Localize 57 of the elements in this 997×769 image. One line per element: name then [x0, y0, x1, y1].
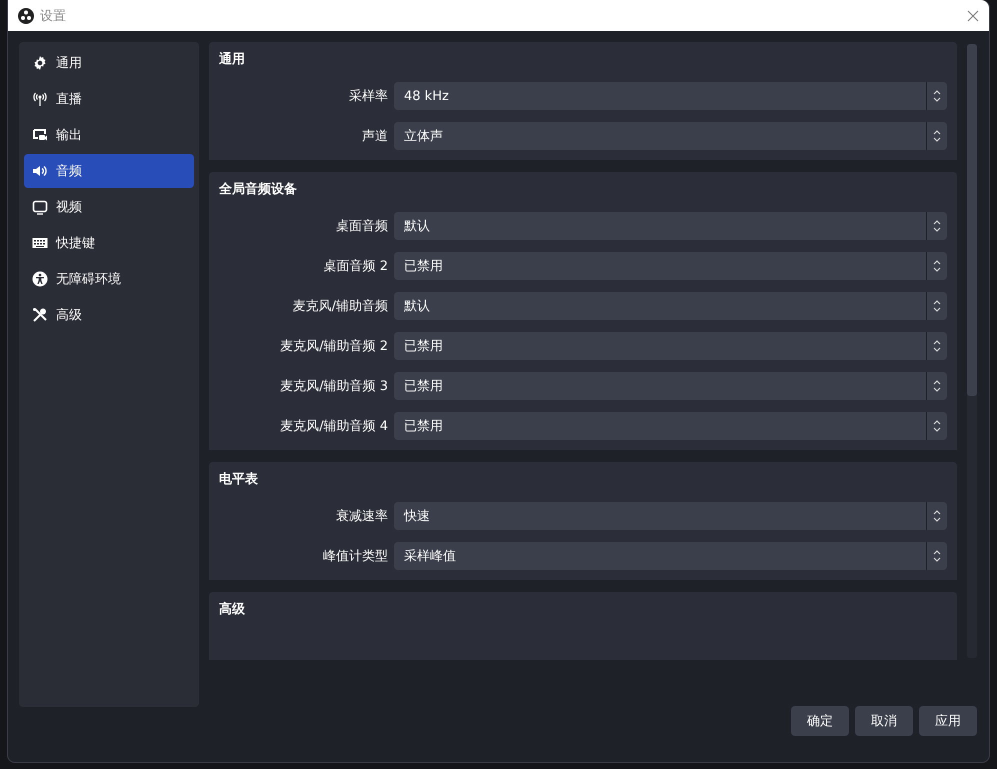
field-label: 桌面音频 [335, 218, 388, 235]
dropdown[interactable]: 默认 [394, 212, 947, 240]
speaker-icon [32, 163, 48, 179]
dropdown[interactable]: 采样峰值 [394, 542, 947, 570]
up-down-chevron-icon [933, 379, 941, 393]
monitor-icon [32, 199, 48, 215]
dropdown[interactable]: 立体声 [394, 122, 947, 150]
settings-icon [32, 55, 48, 71]
group-title: 高级 [219, 600, 246, 619]
up-down-chevron-icon [933, 339, 941, 353]
app-logo-icon [18, 8, 34, 24]
field-label: 麦克风/辅助音频 3 [279, 378, 388, 395]
sidebar-item[interactable]: 输出 [24, 118, 194, 152]
scrollbar-thumb[interactable] [967, 44, 977, 396]
sidebar-item[interactable]: 直播 [24, 82, 194, 116]
sidebar-item[interactable]: 快捷键 [24, 226, 194, 260]
dropdown[interactable]: 48 kHz [394, 82, 947, 110]
field-label: 采样率 [348, 88, 388, 105]
sidebar-item[interactable]: 高级 [24, 298, 194, 332]
sidebar-item[interactable]: 音频 [24, 154, 194, 188]
dropdown[interactable]: 已禁用 [394, 412, 947, 440]
field-label: 麦克风/辅助音频 2 [279, 338, 388, 355]
sidebar-item[interactable]: 通用 [24, 46, 194, 80]
keyboard-icon [32, 235, 48, 251]
window-title: 设置 [40, 8, 67, 24]
screen-camera-icon [32, 127, 48, 143]
up-down-chevron-icon [933, 259, 941, 273]
accessibility-icon [32, 271, 48, 287]
sidebar-item[interactable]: 视频 [24, 190, 194, 224]
dialog-button[interactable]: 取消 [855, 706, 913, 736]
field-label: 麦克风/辅助音频 [292, 298, 388, 315]
dropdown[interactable]: 已禁用 [394, 252, 947, 280]
close-icon[interactable] [967, 10, 979, 22]
up-down-chevron-icon [933, 419, 941, 433]
up-down-chevron-icon [933, 219, 941, 233]
field-label: 桌面音频 2 [322, 258, 388, 275]
dropdown[interactable]: 快速 [394, 502, 947, 530]
group-title: 电平表 [219, 471, 259, 489]
field-label: 声道 [361, 128, 388, 145]
field-label: 麦克风/辅助音频 4 [279, 418, 388, 435]
group-title: 通用 [219, 51, 246, 69]
sidebar-item[interactable]: 无障碍环境 [24, 262, 194, 296]
dropdown[interactable]: 默认 [394, 292, 947, 320]
dialog-button[interactable]: 确定 [791, 706, 849, 736]
dialog-button[interactable]: 应用 [919, 706, 977, 736]
tools-icon [32, 307, 48, 323]
up-down-chevron-icon [933, 299, 941, 313]
field-label: 峰值计类型 [322, 548, 388, 565]
antenna-icon [32, 91, 48, 107]
up-down-chevron-icon [933, 129, 941, 143]
up-down-chevron-icon [933, 509, 941, 523]
dropdown[interactable]: 已禁用 [394, 372, 947, 400]
group-title: 全局音频设备 [219, 180, 298, 199]
field-label: 衰减速率 [335, 508, 388, 525]
up-down-chevron-icon [933, 89, 941, 103]
dropdown[interactable]: 已禁用 [394, 332, 947, 360]
up-down-chevron-icon [933, 549, 941, 563]
